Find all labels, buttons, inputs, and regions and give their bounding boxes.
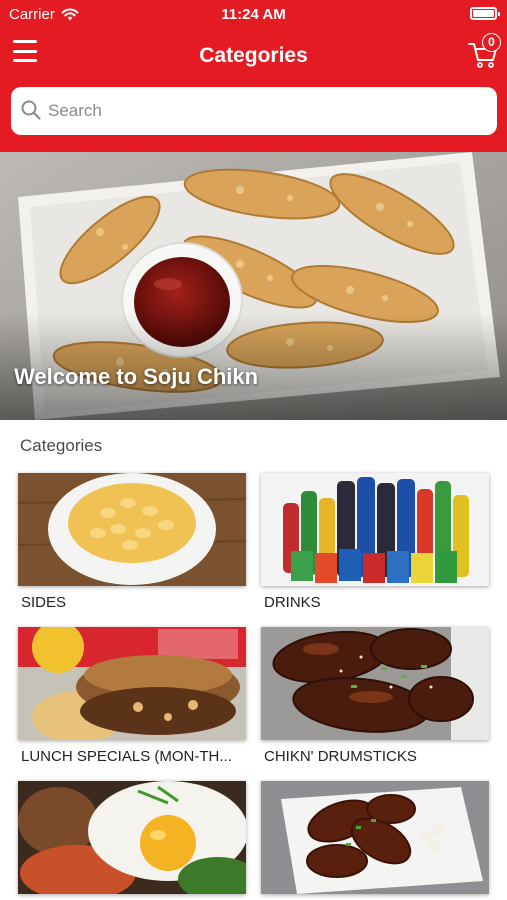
status-time: 11:24 AM (221, 6, 286, 23)
category-card-6[interactable] (261, 781, 489, 900)
search-input[interactable] (48, 87, 488, 135)
category-card-drumsticks[interactable]: CHIKN' DRUMSTICKS (261, 627, 489, 765)
category-label: LUNCH SPECIALS (MON-TH... (21, 748, 232, 765)
cart-count-badge: 0 (482, 33, 501, 52)
category-card-sides[interactable]: SIDES (18, 473, 246, 611)
app-screen: Carrier 11:24 AM Categories 0 Search Wel… (0, 0, 507, 900)
category-thumbnail (18, 627, 246, 740)
search-icon (21, 100, 41, 120)
category-card-drinks[interactable]: DRINKS (261, 473, 489, 611)
header: Carrier 11:24 AM Categories 0 (0, 0, 507, 152)
category-thumbnail (261, 627, 489, 740)
nav-bar: Categories (0, 28, 507, 84)
category-card-lunch-specials[interactable]: LUNCH SPECIALS (MON-TH... (18, 627, 246, 765)
category-thumbnail (18, 473, 246, 586)
category-thumbnail (18, 781, 246, 894)
battery-icon (470, 7, 500, 20)
category-card-5[interactable] (18, 781, 246, 900)
hero-caption: Welcome to Soju Chikn (14, 364, 259, 389)
category-label: CHIKN' DRUMSTICKS (264, 748, 417, 765)
search-bar (11, 87, 497, 135)
category-label: DRINKS (264, 594, 321, 611)
page-title: Categories (199, 44, 308, 67)
status-bar: Carrier 11:24 AM (0, 0, 507, 28)
category-label: SIDES (21, 594, 67, 611)
category-thumbnail (261, 473, 489, 586)
category-thumbnail (261, 781, 489, 894)
section-title: Categories (20, 436, 103, 455)
